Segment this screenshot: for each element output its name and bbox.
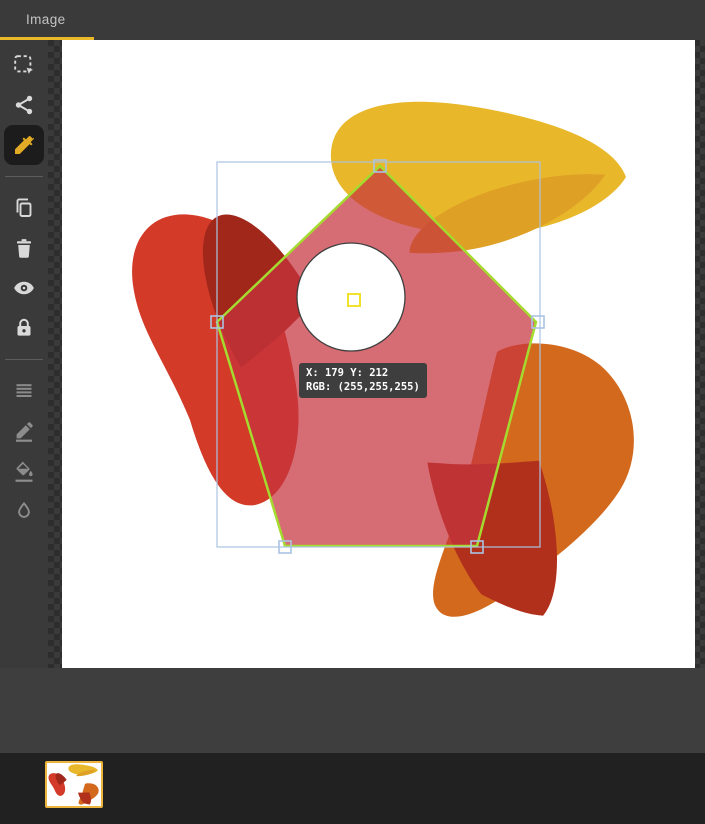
thumbnail-image <box>47 763 101 806</box>
transparency-checker-right <box>694 40 705 668</box>
tool-polygon-nodes[interactable] <box>0 85 48 125</box>
eye-icon <box>14 281 34 295</box>
eyedropper-icon <box>15 135 35 154</box>
tool-visibility[interactable] <box>0 268 48 308</box>
top-bar: Image <box>0 0 705 40</box>
reorder-icon <box>16 384 32 397</box>
trash-icon <box>17 239 31 258</box>
annotated-image <box>62 40 695 668</box>
tool-layer-order[interactable] <box>0 371 48 411</box>
filmstrip <box>0 753 705 824</box>
tool-fill-color[interactable] <box>0 451 48 491</box>
pencil-icon <box>16 422 33 442</box>
circle-annotation[interactable] <box>296 242 406 352</box>
transparency-checker-left <box>48 40 62 668</box>
tab-image[interactable]: Image <box>0 0 94 40</box>
tool-marquee-select[interactable] <box>0 45 48 85</box>
lock-icon <box>17 318 31 336</box>
tool-opacity[interactable] <box>0 491 48 531</box>
tool-delete[interactable] <box>0 228 48 268</box>
tool-edit-border[interactable] <box>0 411 48 451</box>
status-bar: Image W (px) H (px) Visualized 703 (135%… <box>0 668 705 753</box>
toolbar-divider <box>5 359 43 360</box>
toolbar-divider <box>5 176 43 177</box>
share-icon <box>15 95 33 115</box>
tool-lock[interactable] <box>0 308 48 348</box>
toolbar <box>0 40 48 668</box>
droplet-icon <box>18 501 30 518</box>
fill-bucket-icon <box>15 461 33 482</box>
copy-icon <box>16 198 32 217</box>
application-window: Image X: 179 Y: 212 RGB: (255,255,255) <box>0 0 705 824</box>
tool-copy[interactable] <box>0 188 48 228</box>
image-canvas[interactable]: X: 179 Y: 212 RGB: (255,255,255) <box>62 40 695 668</box>
tool-eyedropper[interactable] <box>0 125 48 165</box>
image-thumbnail[interactable] <box>45 761 103 808</box>
marquee-icon <box>14 55 33 74</box>
